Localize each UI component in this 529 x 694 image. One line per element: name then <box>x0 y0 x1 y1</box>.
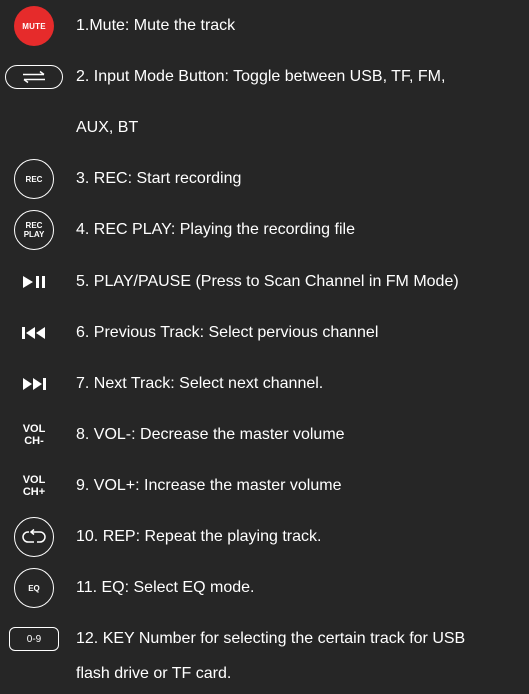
legend-row-mute: MUTE 1.Mute: Mute the track <box>0 6 529 46</box>
legend-row-vol-up: VOL CH+ 9. VOL+: Increase the master vol… <box>0 466 529 506</box>
mute-button-icon: MUTE <box>14 6 54 46</box>
rec-play-icon-line1: REC <box>25 221 43 230</box>
input-mode-description-continued: AUX, BT <box>76 119 139 136</box>
toggle-arrows-icon <box>23 70 45 84</box>
mute-description: 1.Mute: Mute the track <box>76 17 236 34</box>
previous-track-icon <box>22 327 45 339</box>
rec-icon-label: REC <box>25 174 43 184</box>
rec-button-icon: REC <box>14 159 54 199</box>
repeat-button-icon <box>14 517 54 557</box>
vol-up-icon-line2: CH+ <box>22 486 46 498</box>
legend-row-play-pause: 5. PLAY/PAUSE (Press to Scan Channel in … <box>0 262 529 302</box>
eq-button-icon: EQ <box>14 568 54 608</box>
vol-down-icon-line2: CH- <box>24 435 44 447</box>
vol-down-description: 8. VOL-: Decrease the master volume <box>76 426 345 443</box>
eq-description: 11. EQ: Select EQ mode. <box>76 579 255 596</box>
number-key-button-icon: 0-9 <box>9 627 59 651</box>
legend-row-rec-play: REC PLAY 4. REC PLAY: Playing the record… <box>0 210 529 250</box>
rec-play-button-icon: REC PLAY <box>14 210 54 250</box>
rec-play-icon-line2: PLAY <box>23 230 45 239</box>
remote-control-legend: MUTE 1.Mute: Mute the track 2. Input Mod… <box>0 0 529 694</box>
input-mode-description: 2. Input Mode Button: Toggle between USB… <box>76 68 446 85</box>
legend-row-repeat: 10. REP: Repeat the playing track. <box>0 517 529 557</box>
repeat-icon <box>22 528 46 543</box>
eq-icon-label: EQ <box>28 583 40 593</box>
legend-row-key-continued: flash drive or TF card. <box>0 654 529 694</box>
next-description: 7. Next Track: Select next channel. <box>76 375 324 392</box>
legend-row-rec: REC 3. REC: Start recording <box>0 159 529 199</box>
play-pause-description: 5. PLAY/PAUSE (Press to Scan Channel in … <box>76 273 459 290</box>
legend-row-next: 7. Next Track: Select next channel. <box>0 364 529 404</box>
key-description-continued: flash drive or TF card. <box>76 665 232 682</box>
mute-icon-label: MUTE <box>22 21 46 31</box>
vol-down-icon-line1: VOL <box>22 423 46 435</box>
key-description: 12. KEY Number for selecting the certain… <box>76 630 466 647</box>
legend-row-key: 0-9 12. KEY Number for selecting the cer… <box>0 619 529 659</box>
legend-row-vol-down: VOL CH- 8. VOL-: Decrease the master vol… <box>0 415 529 455</box>
vol-up-icon-line1: VOL <box>22 474 46 486</box>
next-track-icon <box>23 378 46 390</box>
vol-up-icon: VOL CH+ <box>23 474 46 498</box>
repeat-description: 10. REP: Repeat the playing track. <box>76 528 322 545</box>
legend-row-eq: EQ 11. EQ: Select EQ mode. <box>0 568 529 608</box>
previous-description: 6. Previous Track: Select pervious chann… <box>76 324 379 341</box>
play-pause-icon <box>23 276 45 288</box>
vol-down-icon: VOL CH- <box>23 423 46 447</box>
input-mode-button-icon <box>5 65 63 89</box>
legend-row-input-mode: 2. Input Mode Button: Toggle between USB… <box>0 57 529 97</box>
rec-description: 3. REC: Start recording <box>76 170 242 187</box>
legend-row-input-mode-continued: AUX, BT <box>0 108 529 148</box>
rec-play-description: 4. REC PLAY: Playing the recording file <box>76 221 355 238</box>
number-key-icon-label: 0-9 <box>26 633 42 645</box>
legend-row-previous: 6. Previous Track: Select pervious chann… <box>0 313 529 353</box>
vol-up-description: 9. VOL+: Increase the master volume <box>76 477 342 494</box>
